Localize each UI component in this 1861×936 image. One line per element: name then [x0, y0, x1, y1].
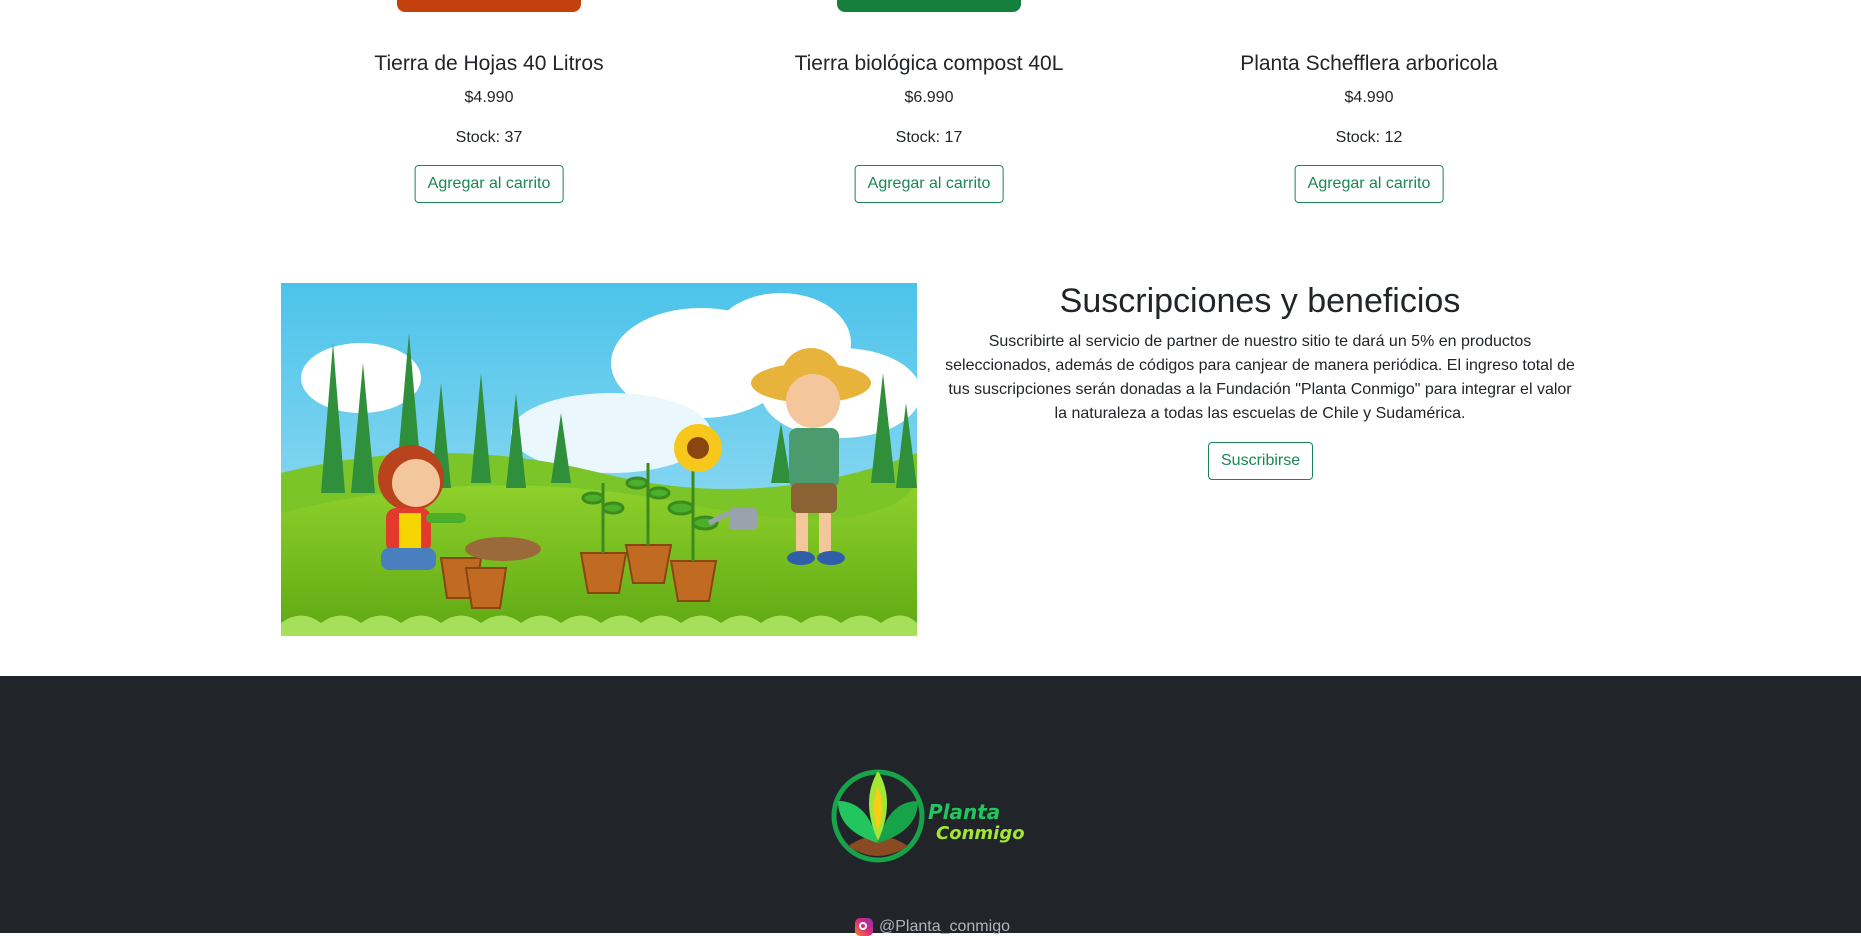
logo-text-conmigo: Conmigo: [936, 823, 1025, 844]
gardening-kids-illustration: [281, 283, 917, 636]
instagram-link[interactable]: @Planta_conmigo: [855, 918, 1010, 936]
instagram-icon: [855, 918, 873, 936]
instagram-handle[interactable]: @Planta_conmigo: [879, 918, 1010, 936]
product-image: [397, 0, 581, 12]
subscribe-button[interactable]: Suscribirse: [1208, 442, 1314, 480]
add-to-cart-button[interactable]: Agregar al carrito: [1294, 165, 1444, 203]
product-name: Tierra biológica compost 40L: [794, 52, 1064, 75]
product-price: $4.990: [464, 89, 514, 106]
product-stock: Stock: 17: [895, 129, 963, 146]
subscription-description: Suscribirte al servicio de partner de nu…: [945, 333, 1575, 422]
footer: Planta Conmigo @Planta_conmigo: [0, 676, 1861, 936]
product-price: $6.990: [904, 89, 954, 106]
product-stock: Stock: 37: [455, 129, 523, 146]
add-to-cart-button[interactable]: Agregar al carrito: [414, 165, 564, 203]
product-name: Planta Schefflera arboricola: [1240, 52, 1498, 75]
product-price: $4.990: [1344, 89, 1394, 106]
product-stock: Stock: 12: [1335, 129, 1403, 146]
subscription-title: Suscripciones y beneficios: [1059, 282, 1461, 320]
logo-text-planta: Planta: [928, 800, 1000, 824]
product-image: [837, 0, 1021, 12]
add-to-cart-button[interactable]: Agregar al carrito: [854, 165, 1004, 203]
product-name: Tierra de Hojas 40 Litros: [374, 52, 604, 75]
planta-conmigo-logo: Planta Conmigo: [830, 761, 1030, 871]
